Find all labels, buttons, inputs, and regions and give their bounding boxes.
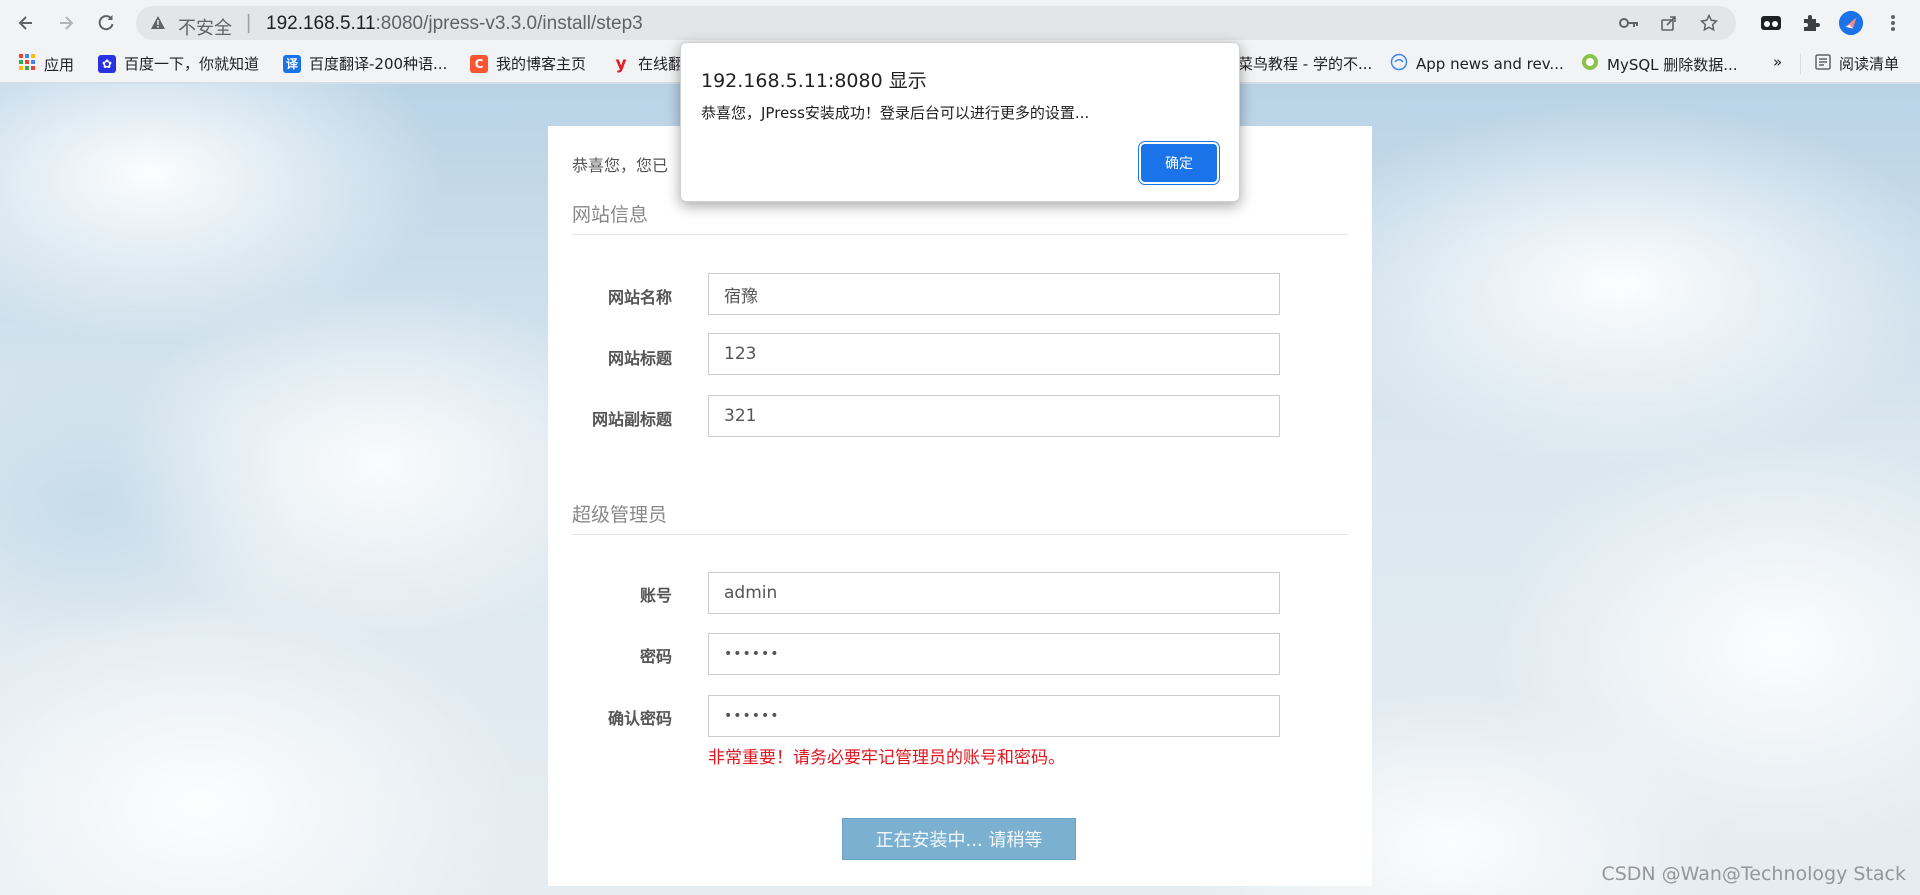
site-subtitle-input[interactable]: 321	[708, 395, 1280, 437]
bookmark-label: 我的博客主页	[496, 55, 587, 73]
dialog-message: 恭喜您，JPress安装成功！登录后台可以进行更多的设置...	[701, 104, 1090, 122]
bookmark-label: 菜鸟教程 - 学的不...	[1238, 55, 1373, 73]
bookmark-label: 百度一下，你就知道	[124, 55, 260, 73]
profile-icon[interactable]	[1838, 10, 1864, 36]
puzzle-icon[interactable]	[1798, 11, 1824, 35]
bookmark-label: App news and rev...	[1416, 55, 1564, 73]
bookmark-label: MySQL 删除数据...	[1607, 55, 1738, 74]
bookmarks-overflow[interactable]: »	[1773, 53, 1782, 71]
star-icon[interactable]	[1698, 12, 1720, 34]
extension-icon[interactable]	[1758, 11, 1784, 35]
password-warning: 非常重要！请务必要牢记管理员的账号和密码。	[708, 748, 1065, 768]
install-card: 恭喜您，您已 网站信息 网站名称 宿豫 网站标题 123 网站副标题 321 超…	[548, 126, 1372, 886]
app-news-icon	[1390, 53, 1408, 75]
watermark: CSDN @Wan@Technology Stack	[1601, 863, 1906, 885]
confirm-password-input[interactable]: ••••••	[708, 695, 1280, 737]
bookmark-online-translate[interactable]: y 在线翻	[612, 53, 683, 74]
mysql-icon	[1581, 53, 1599, 75]
bookmark-runoob[interactable]: 菜鸟教程 - 学的不...	[1238, 53, 1372, 74]
bookmark-label: 百度翻译-200种语...	[309, 55, 448, 73]
ok-button[interactable]: 确定	[1141, 144, 1217, 182]
intro-text: 恭喜您，您已	[572, 156, 669, 175]
csdn-icon: C	[470, 54, 488, 73]
site-info-heading: 网站信息	[572, 204, 649, 226]
warning-icon[interactable]	[150, 15, 166, 36]
divider	[572, 534, 1348, 535]
forward-icon[interactable]	[52, 9, 80, 37]
url-host: 192.168.5.11	[266, 13, 376, 34]
reading-list-icon	[1815, 53, 1831, 74]
bookmark-label: 应用	[44, 55, 75, 74]
install-button[interactable]: 正在安装中... 请稍等	[842, 818, 1076, 860]
url-path: :8080/jpress-v3.3.0/install/step3	[375, 13, 643, 34]
password-label: 密码	[639, 647, 672, 666]
admin-heading: 超级管理员	[572, 504, 668, 526]
reading-list[interactable]: 阅读清单	[1800, 53, 1899, 74]
password-input[interactable]: ••••••	[708, 633, 1280, 675]
bookmark-apps[interactable]: 应用	[18, 53, 74, 75]
share-icon[interactable]	[1658, 12, 1680, 34]
bookmark-mysql[interactable]: MySQL 删除数据...	[1581, 53, 1738, 75]
site-title-input[interactable]: 123	[708, 333, 1280, 375]
back-icon[interactable]	[12, 9, 40, 37]
baidu-paw-icon: ✿	[98, 54, 116, 73]
alert-dialog: 192.168.5.11:8080 显示 恭喜您，JPress安装成功！登录后台…	[680, 42, 1240, 202]
account-label: 账号	[639, 586, 672, 605]
security-label[interactable]: 不安全	[178, 14, 232, 40]
bookmark-blog[interactable]: C 我的博客主页	[470, 53, 586, 74]
apps-grid-icon	[18, 53, 36, 75]
site-subtitle-label: 网站副标题	[591, 410, 672, 429]
bookmark-baidu[interactable]: ✿ 百度一下，你就知道	[98, 53, 259, 74]
bookmark-label: 阅读清单	[1839, 55, 1900, 73]
site-name-input[interactable]: 宿豫	[708, 273, 1280, 315]
reload-icon[interactable]	[92, 9, 120, 37]
account-input[interactable]: admin	[708, 572, 1280, 614]
translate-icon: 译	[283, 54, 301, 73]
confirm-password-label: 确认密码	[607, 709, 672, 728]
bookmark-label: 在线翻	[638, 55, 684, 73]
divider	[572, 234, 1348, 235]
key-icon[interactable]	[1618, 12, 1640, 34]
menu-icon[interactable]	[1880, 11, 1906, 35]
address-bar[interactable]: 不安全 | 192.168.5.11:8080/jpress-v3.3.0/in…	[136, 6, 1736, 40]
url-separator: |	[246, 12, 252, 34]
site-title-label: 网站标题	[607, 349, 672, 368]
browser-toolbar: 不安全 | 192.168.5.11:8080/jpress-v3.3.0/in…	[0, 0, 1920, 45]
chevron-double-right-icon: »	[1773, 53, 1783, 71]
dialog-title: 192.168.5.11:8080 显示	[701, 70, 927, 92]
youdao-icon: y	[615, 53, 627, 74]
bookmark-app-news[interactable]: App news and rev...	[1390, 53, 1564, 75]
bookmark-baidu-translate[interactable]: 译 百度翻译-200种语...	[283, 53, 447, 74]
site-name-label: 网站名称	[607, 288, 672, 307]
url-text[interactable]: 192.168.5.11:8080/jpress-v3.3.0/install/…	[266, 13, 643, 35]
